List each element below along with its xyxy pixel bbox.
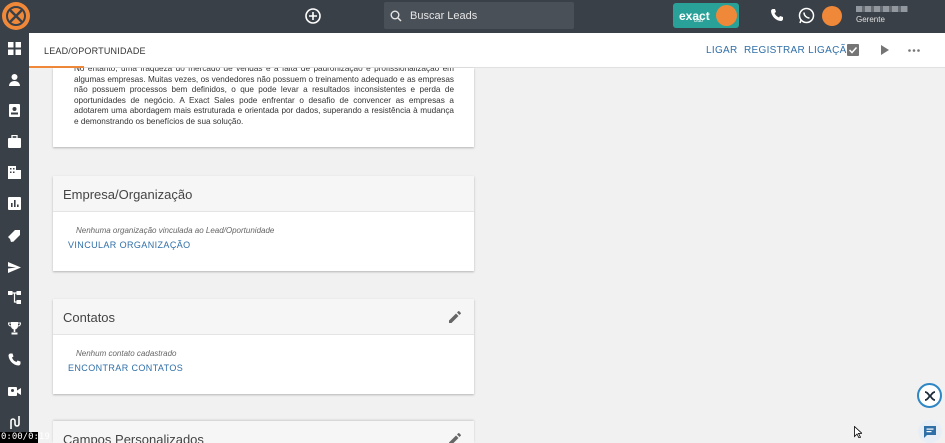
empresa-card-header: Empresa/Organização bbox=[53, 176, 474, 212]
video-call-icon[interactable] bbox=[8, 385, 21, 398]
contatos-card: Contatos Nenhum contato cadastrado ENCON… bbox=[53, 299, 474, 394]
whatsapp-button[interactable] bbox=[798, 7, 815, 29]
briefcase-icon[interactable] bbox=[8, 135, 21, 148]
campos-card: Campos Personalizados bbox=[53, 421, 474, 443]
ligar-button[interactable]: LIGAR bbox=[706, 45, 738, 56]
contatos-empty-text: Nenhum contato cadastrado bbox=[76, 349, 177, 358]
sidebar bbox=[0, 33, 29, 443]
page-header: LEAD/OPORTUNIDADE LIGAR REGISTRAR LIGAÇÃ… bbox=[29, 33, 945, 68]
trophy-icon[interactable] bbox=[8, 322, 21, 335]
description-text: No entanto, uma fraqueza do mercado de v… bbox=[74, 68, 454, 126]
task-check-icon[interactable] bbox=[847, 44, 859, 56]
app-logo[interactable] bbox=[2, 2, 30, 30]
report-chart-icon[interactable] bbox=[8, 197, 21, 210]
empresa-card: Empresa/Organização Nenhuma organização … bbox=[53, 176, 474, 271]
vincular-organizacao-link[interactable]: VINCULAR ORGANIZAÇÃO bbox=[68, 240, 191, 250]
phone-icon[interactable] bbox=[8, 353, 21, 366]
person-icon[interactable] bbox=[8, 73, 21, 86]
chat-icon bbox=[924, 425, 936, 438]
exact-x-icon bbox=[924, 390, 935, 401]
user-role: Gerente bbox=[856, 15, 885, 24]
phone-button[interactable] bbox=[770, 8, 784, 27]
mouse-cursor-icon bbox=[854, 426, 862, 438]
top-bar: Buscar Leads exact club Gerente bbox=[0, 0, 945, 33]
search-icon bbox=[390, 10, 402, 22]
avatar[interactable] bbox=[822, 6, 842, 26]
contatos-card-title: Contatos bbox=[63, 310, 116, 325]
play-icon[interactable] bbox=[880, 45, 890, 55]
contatos-card-header: Contatos bbox=[53, 299, 474, 335]
brand-sub: club bbox=[693, 17, 703, 24]
logo-icon bbox=[6, 6, 26, 26]
edit-icon[interactable] bbox=[449, 433, 461, 443]
contact-card-icon[interactable] bbox=[8, 104, 21, 117]
add-button[interactable] bbox=[304, 7, 322, 25]
more-icon[interactable] bbox=[908, 49, 920, 52]
hand-icon bbox=[716, 5, 737, 26]
edit-icon[interactable] bbox=[449, 311, 461, 323]
exact-club-logo[interactable]: exact club bbox=[673, 3, 739, 28]
empresa-card-title: Empresa/Organização bbox=[63, 187, 193, 202]
building-icon[interactable] bbox=[8, 166, 21, 179]
page-title: LEAD/OPORTUNIDADE bbox=[44, 46, 146, 56]
send-icon[interactable] bbox=[8, 261, 21, 274]
encontrar-contatos-link[interactable]: ENCONTRAR CONTATOS bbox=[68, 363, 183, 373]
search-input[interactable]: Buscar Leads bbox=[410, 10, 477, 22]
route-icon[interactable] bbox=[8, 416, 21, 429]
empresa-empty-text: Nenhuma organização vinculada ao Lead/Op… bbox=[76, 226, 275, 235]
registrar-ligacao-button[interactable]: REGISTRAR LIGAÇÃO bbox=[744, 45, 855, 56]
video-time: 0:00/0:19 bbox=[0, 432, 50, 443]
search-box[interactable]: Buscar Leads bbox=[384, 2, 574, 29]
phone-icon bbox=[771, 9, 783, 21]
hierarchy-icon[interactable] bbox=[8, 291, 21, 304]
exact-assistant-button[interactable] bbox=[917, 383, 942, 408]
plus-circle-icon bbox=[305, 8, 321, 24]
whatsapp-icon bbox=[798, 7, 815, 24]
tag-icon[interactable] bbox=[8, 230, 21, 243]
campos-card-title: Campos Personalizados bbox=[63, 432, 204, 443]
user-name-blurred[interactable] bbox=[856, 6, 908, 12]
dashboard-icon[interactable] bbox=[8, 42, 21, 55]
description-card: No entanto, uma fraqueza do mercado de v… bbox=[53, 68, 474, 147]
chat-button[interactable] bbox=[918, 420, 942, 443]
campos-card-header: Campos Personalizados bbox=[53, 421, 474, 443]
